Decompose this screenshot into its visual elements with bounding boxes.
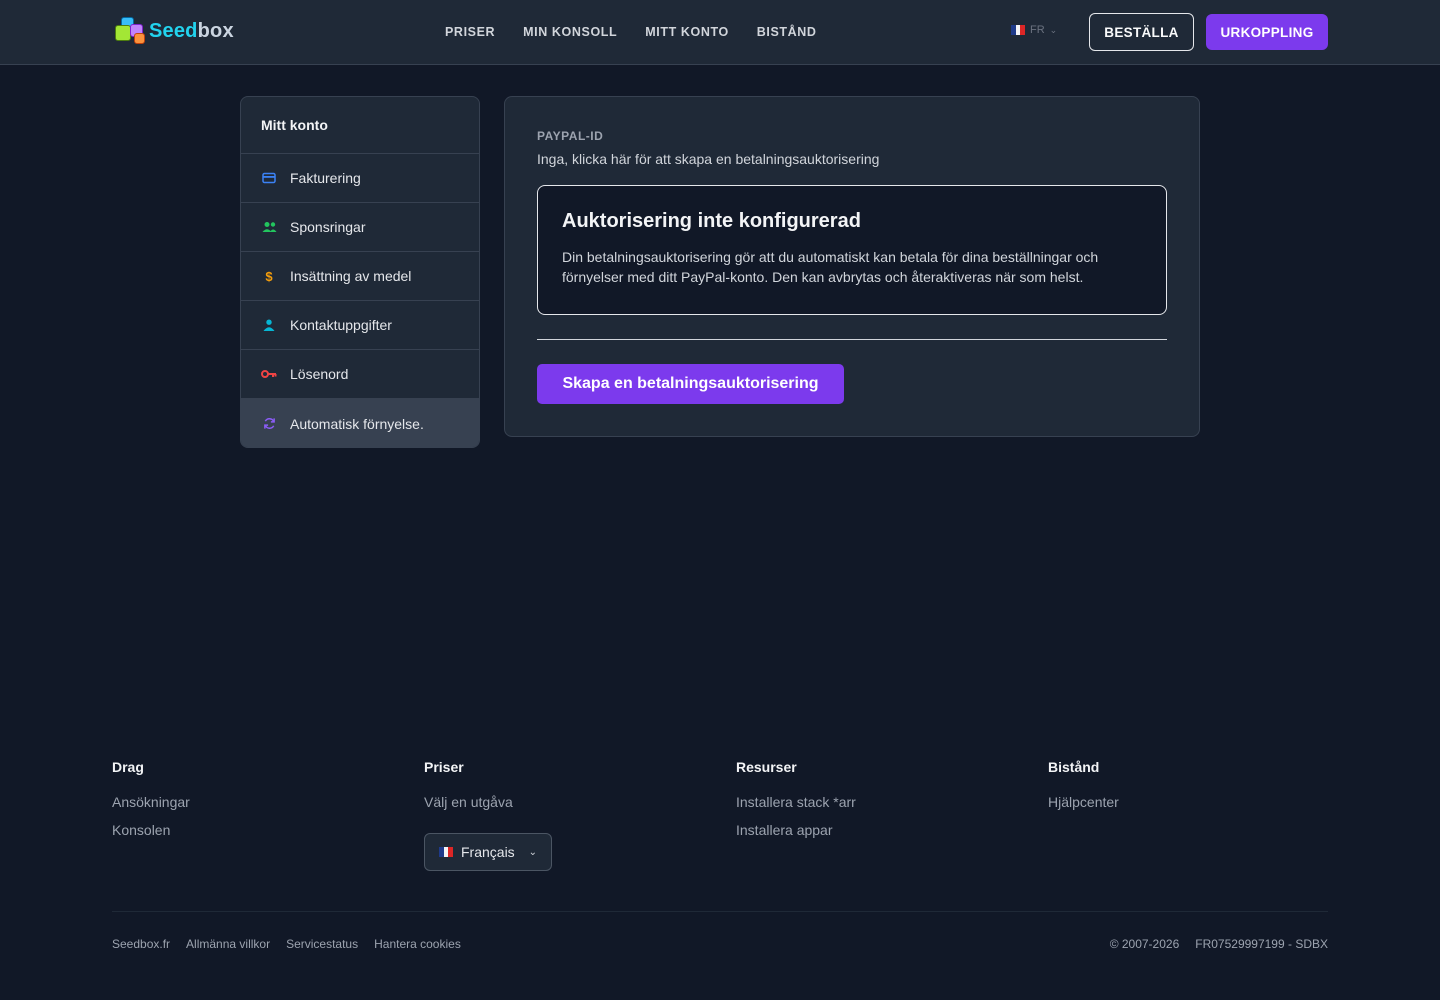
account-sidebar: Mitt konto Fakturering Sponsringar $ Ins… <box>240 96 480 448</box>
footer-col-drag: Drag Ansökningar Konsolen <box>112 759 190 849</box>
sidebar-item-label: Automatisk förnyelse. <box>290 415 424 432</box>
footer-bottom-links: Seedbox.fr Allmänna villkor Servicestatu… <box>112 937 461 951</box>
french-flag-icon <box>439 847 454 857</box>
copyright: © 2007-2026 <box>1109 937 1180 951</box>
footer-link-cookies[interactable]: Hantera cookies <box>374 937 461 951</box>
logout-button[interactable]: URKOPPLING <box>1206 14 1328 50</box>
nav-priser[interactable]: PRISER <box>445 25 495 39</box>
footer-col-title: Bistånd <box>1048 759 1100 775</box>
footer-divider <box>112 911 1328 912</box>
create-authorization-button[interactable]: Skapa en betalningsauktorisering <box>537 364 844 404</box>
user-icon <box>261 317 277 333</box>
footer-col-title: Drag <box>112 759 144 775</box>
top-navbar: Seedbox PRISER MIN KONSOLL MITT KONTO BI… <box>0 0 1440 65</box>
sidebar-item-label: Kontaktuppgifter <box>290 317 392 333</box>
main-nav: PRISER MIN KONSOLL MITT KONTO BISTÅND <box>445 0 817 64</box>
language-select-value: Français <box>461 844 515 860</box>
language-switcher[interactable]: FR ⌄ <box>1011 24 1057 36</box>
footer-link-installera-stack[interactable]: Installera stack *arr <box>736 793 856 811</box>
footer-link-servicestatus[interactable]: Servicestatus <box>286 937 358 951</box>
chevron-down-icon: ⌄ <box>1049 24 1058 35</box>
sidebar-item-insattning[interactable]: $ Insättning av medel <box>241 252 479 301</box>
footer-link-konsolen[interactable]: Konsolen <box>112 821 190 839</box>
footer-col-priser: Priser Välj en utgåva <box>424 759 513 821</box>
footer-link-villkor[interactable]: Allmänna villkor <box>186 937 270 951</box>
sidebar-item-fakturering[interactable]: Fakturering <box>241 154 479 203</box>
nav-mitt-konto[interactable]: MITT KONTO <box>645 25 729 39</box>
sidebar-item-automatisk-fornyelse[interactable]: Automatisk förnyelse. <box>241 399 479 447</box>
footer-link-seedbox[interactable]: Seedbox.fr <box>112 937 170 951</box>
paypal-id-label: PAYPAL-ID <box>537 129 604 143</box>
dollar-icon: $ <box>265 268 273 284</box>
footer-col-title: Resurser <box>736 759 797 775</box>
footer-language-select[interactable]: Français ⌄ <box>424 833 552 871</box>
french-flag-icon <box>1011 25 1026 35</box>
logo-cubes-icon <box>113 15 149 47</box>
order-button[interactable]: BESTÄLLA <box>1089 13 1194 51</box>
sidebar-item-label: Insättning av medel <box>290 268 412 284</box>
logo-wordmark: Seedbox <box>149 19 234 42</box>
refresh-icon <box>261 416 277 432</box>
nav-min-konsoll[interactable]: MIN KONSOLL <box>523 25 617 39</box>
sidebar-item-label: Fakturering <box>290 170 361 186</box>
key-icon <box>261 366 277 382</box>
notice-text: Din betalningsauktorisering gör att du a… <box>562 249 1099 285</box>
sidebar-item-kontaktuppgifter[interactable]: Kontaktuppgifter <box>241 301 479 350</box>
credit-card-icon <box>261 170 277 186</box>
footer-link-valj-utgava[interactable]: Välj en utgåva <box>424 793 513 811</box>
footer-link-installera-appar[interactable]: Installera appar <box>736 821 856 839</box>
chevron-down-icon: ⌄ <box>528 846 537 858</box>
notice-title: Auktorisering inte konfigurerad <box>562 210 861 232</box>
footer-legal: © 2007-2026 FR07529997199 - SDBX <box>1110 937 1328 951</box>
footer-link-ansokningar[interactable]: Ansökningar <box>112 793 190 811</box>
sidebar-item-label: Lösenord <box>290 366 349 382</box>
company-id: FR07529997199 - SDBX <box>1195 937 1328 951</box>
language-code: FR <box>1030 24 1045 36</box>
sidebar-title: Mitt konto <box>241 97 479 154</box>
authorization-notice: Auktorisering inte konfigurerad Din beta… <box>537 185 1167 315</box>
users-icon <box>261 219 277 235</box>
auto-renewal-panel: PAYPAL-ID Inga, klicka här för att skapa… <box>504 96 1200 437</box>
divider <box>537 339 1167 340</box>
footer-col-bistand: Bistånd Hjälpcenter <box>1048 759 1119 821</box>
sidebar-item-sponsringar[interactable]: Sponsringar <box>241 203 479 252</box>
sidebar-item-losenord[interactable]: Lösenord <box>241 350 479 399</box>
sidebar-item-label: Sponsringar <box>290 219 366 235</box>
nav-bistand[interactable]: BISTÅND <box>757 25 817 39</box>
seedbox-logo[interactable]: Seedbox <box>113 15 234 47</box>
paypal-id-value[interactable]: Inga, klicka här för att skapa en betaln… <box>537 151 879 167</box>
footer-col-title: Priser <box>424 759 464 775</box>
footer-col-resurser: Resurser Installera stack *arr Installer… <box>736 759 856 849</box>
footer-link-hjalpcenter[interactable]: Hjälpcenter <box>1048 793 1119 811</box>
